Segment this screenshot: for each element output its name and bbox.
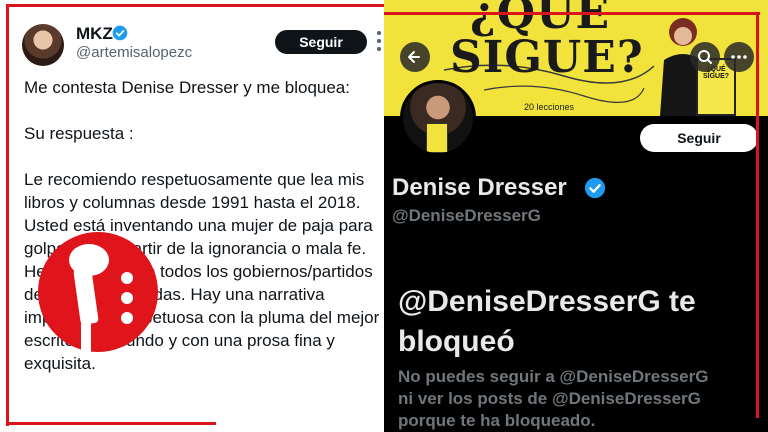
tweet-panel: MKZ @artemisalopezc Seguir Me contesta D… [0, 0, 384, 432]
blocked-notice-message: No puedes seguir a @DeniseDresserG ni ve… [398, 367, 709, 430]
author-handle[interactable]: @artemisalopezc [76, 44, 192, 61]
red-frame-line [384, 12, 760, 15]
profile-panel: ¿QUÉ SIGUE? 20 lecciones ¿QUÉ SIGUE? Seg… [384, 0, 768, 432]
verified-badge-icon [112, 25, 128, 41]
banner-subtitle: 20 lecciones [524, 102, 575, 112]
author-avatar[interactable] [22, 24, 64, 66]
follow-button[interactable]: Seguir [275, 30, 367, 54]
red-frame-line [6, 4, 384, 7]
red-frame-line [6, 4, 9, 426]
author-name[interactable]: MKZ [76, 24, 113, 44]
more-icon[interactable] [375, 28, 383, 54]
arrow-left-icon [408, 51, 420, 63]
verified-badge-icon [584, 177, 606, 199]
follow-profile-button[interactable]: Seguir [640, 124, 758, 152]
profile-handle: @DeniseDresserG [392, 206, 541, 225]
search-icon [698, 50, 712, 64]
profile-avatar[interactable] [400, 80, 476, 156]
avatar-book-prop [426, 123, 448, 153]
more-icon [731, 55, 747, 59]
blocked-notice-title: @DeniseDresserG te bloqueó [398, 285, 696, 358]
red-frame-line [6, 422, 216, 425]
microphone-logo [38, 232, 158, 358]
more-options-button[interactable] [724, 42, 754, 72]
back-button[interactable] [400, 42, 430, 72]
red-frame-line [756, 12, 759, 418]
profile-display-name: Denise Dresser [392, 174, 567, 201]
search-button[interactable] [690, 42, 720, 72]
